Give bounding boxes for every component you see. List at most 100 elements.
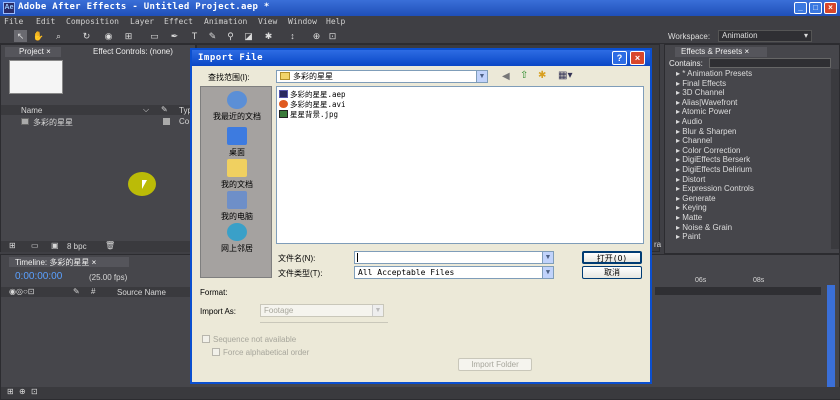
- effects-category[interactable]: ▸ Blur & Sharpen: [676, 127, 737, 136]
- place-desktop[interactable]: 桌面: [201, 127, 273, 158]
- chevron-down-icon[interactable]: ▼: [542, 267, 553, 278]
- col-name[interactable]: Name: [21, 106, 42, 115]
- effects-category[interactable]: ▸ Audio: [676, 117, 702, 126]
- project-tab[interactable]: Project ×: [5, 47, 61, 57]
- import-as-select[interactable]: Footage ▼: [260, 304, 384, 317]
- av-features-icon[interactable]: ◉◎○⊡: [9, 287, 35, 296]
- effects-category[interactable]: ▸ Expression Controls: [676, 184, 754, 193]
- source-name-header[interactable]: Source Name: [117, 288, 166, 297]
- effects-category[interactable]: ▸ Channel: [676, 136, 712, 145]
- timecode[interactable]: 0:00:00:00: [15, 271, 62, 282]
- menu-help[interactable]: Help: [326, 17, 345, 26]
- rotation-tool-icon[interactable]: ↻: [80, 30, 93, 42]
- menu-window[interactable]: Window: [288, 17, 317, 26]
- toggle-modes-icon[interactable]: ⊡: [31, 387, 38, 396]
- menu-layer[interactable]: Layer: [130, 17, 154, 26]
- place-my-computer[interactable]: 我的电脑: [201, 191, 273, 222]
- chevron-down-icon[interactable]: ▼: [542, 252, 553, 263]
- new-comp-icon[interactable]: ▣: [51, 241, 59, 250]
- filetype-select[interactable]: All Acceptable Files ▼: [354, 266, 554, 279]
- file-list[interactable]: 多彩的星星.aep 多彩的星星.avi 星星背景.jpg: [276, 86, 644, 244]
- import-folder-button[interactable]: Import Folder: [458, 358, 532, 371]
- place-recent[interactable]: 我最近的文档: [201, 91, 273, 122]
- pen-tool-icon[interactable]: ✒: [168, 30, 181, 42]
- world-axis-icon[interactable]: ⊡: [326, 30, 339, 42]
- cancel-button[interactable]: 取消: [582, 266, 642, 279]
- eraser-tool-icon[interactable]: ◪: [242, 30, 255, 42]
- effect-controls-tab[interactable]: Effect Controls: (none): [93, 47, 173, 56]
- time-navigator[interactable]: [655, 287, 821, 295]
- brush-tool-icon[interactable]: ✎: [206, 30, 219, 42]
- close-tab-icon[interactable]: ×: [92, 258, 97, 267]
- new-folder-icon[interactable]: ▭: [31, 241, 39, 250]
- effects-category[interactable]: ▸ Distort: [676, 175, 705, 184]
- effects-category[interactable]: ▸ Keying: [676, 203, 707, 212]
- text-tool-icon[interactable]: T: [188, 30, 201, 42]
- chevron-down-icon[interactable]: ▼: [476, 71, 487, 82]
- filename-input[interactable]: ▼: [354, 251, 554, 264]
- bit-depth-label[interactable]: 8 bpc: [67, 242, 87, 251]
- mask-tool-icon[interactable]: ▭: [148, 30, 161, 42]
- effects-category[interactable]: ▸ DigiEffects Delirium: [676, 165, 752, 174]
- menu-animation[interactable]: Animation: [204, 17, 247, 26]
- zoom-tool-icon[interactable]: ⌕: [52, 30, 65, 42]
- effects-category[interactable]: ▸ Paint: [676, 232, 700, 241]
- camera-tool-icon[interactable]: ◉: [102, 30, 115, 42]
- menu-edit[interactable]: Edit: [36, 17, 55, 26]
- effects-category[interactable]: ▸ Alias|Wavefront: [676, 98, 737, 107]
- effects-category[interactable]: ▸ Color Correction: [676, 146, 741, 155]
- delete-icon[interactable]: 🗑: [105, 241, 115, 250]
- sort-chevron-icon[interactable]: ⌵: [143, 105, 149, 115]
- toggle-switches-icon[interactable]: ⊕: [19, 387, 26, 396]
- local-axis-icon[interactable]: ⊕: [310, 30, 323, 42]
- chevron-down-icon[interactable]: ▼: [372, 305, 383, 316]
- place-my-documents[interactable]: 我的文档: [201, 159, 273, 190]
- selection-tool-icon[interactable]: ↖: [14, 30, 27, 42]
- effects-category[interactable]: ▸ Matte: [676, 213, 702, 222]
- menu-file[interactable]: File: [4, 17, 23, 26]
- close-tab-icon[interactable]: ×: [744, 47, 749, 56]
- sequence-checkbox[interactable]: Sequence not available: [202, 335, 296, 344]
- puppet-tool-icon[interactable]: ✱: [262, 30, 275, 42]
- back-icon[interactable]: ◀: [502, 71, 510, 82]
- dialog-close-icon[interactable]: ×: [630, 51, 645, 65]
- close-icon[interactable]: ×: [824, 2, 837, 14]
- effects-category[interactable]: ▸ Final Effects: [676, 79, 726, 88]
- help-icon[interactable]: ?: [612, 51, 627, 65]
- comp-flowchart-icon[interactable]: ⊞: [7, 387, 14, 396]
- contains-search-input[interactable]: [709, 58, 831, 68]
- label-column-icon[interactable]: ✎: [73, 287, 80, 296]
- effects-category[interactable]: ▸ DigiEffects Berserk: [676, 155, 750, 164]
- new-folder-icon[interactable]: ✱: [538, 70, 546, 81]
- clone-tool-icon[interactable]: ⚲: [224, 30, 237, 42]
- effects-scrollbar[interactable]: [831, 69, 839, 249]
- maximize-icon[interactable]: □: [809, 2, 822, 14]
- file-item[interactable]: 星星背景.jpg: [279, 109, 338, 119]
- effects-category[interactable]: ▸ Atomic Power: [676, 107, 731, 116]
- axis-mode-icon[interactable]: ↕: [286, 30, 299, 42]
- lookin-combo[interactable]: 多彩的星星 ▼: [276, 70, 488, 83]
- open-button[interactable]: 打开(O): [582, 251, 642, 264]
- interpret-footage-icon[interactable]: ⊞: [9, 241, 16, 250]
- menu-composition[interactable]: Composition: [66, 17, 119, 26]
- file-item[interactable]: 多彩的星星.aep: [279, 89, 346, 99]
- menu-effect[interactable]: Effect: [164, 17, 193, 26]
- current-time-indicator[interactable]: [827, 285, 835, 399]
- close-tab-icon[interactable]: ×: [46, 47, 51, 56]
- force-alpha-checkbox[interactable]: Force alphabetical order: [212, 348, 309, 357]
- hand-tool-icon[interactable]: ✋: [32, 30, 45, 42]
- project-item-row[interactable]: 多彩的星星 Co: [1, 117, 197, 127]
- place-network[interactable]: 网上邻居: [201, 223, 273, 254]
- effects-category[interactable]: ▸ Generate: [676, 194, 716, 203]
- label-column-icon[interactable]: ✎: [161, 105, 168, 114]
- minimize-icon[interactable]: _: [794, 2, 807, 14]
- timeline-tab[interactable]: Timeline: 多彩的星星 ×: [9, 257, 129, 267]
- effects-category[interactable]: ▸ * Animation Presets: [676, 69, 752, 78]
- view-menu-icon[interactable]: ▦▾: [558, 70, 572, 81]
- effects-category[interactable]: ▸ Noise & Grain: [676, 223, 732, 232]
- pan-behind-tool-icon[interactable]: ⊞: [122, 30, 135, 42]
- up-folder-icon[interactable]: ⇧: [520, 70, 528, 81]
- file-item[interactable]: 多彩的星星.avi: [279, 99, 346, 109]
- menu-view[interactable]: View: [258, 17, 277, 26]
- effects-category[interactable]: ▸ 3D Channel: [676, 88, 725, 97]
